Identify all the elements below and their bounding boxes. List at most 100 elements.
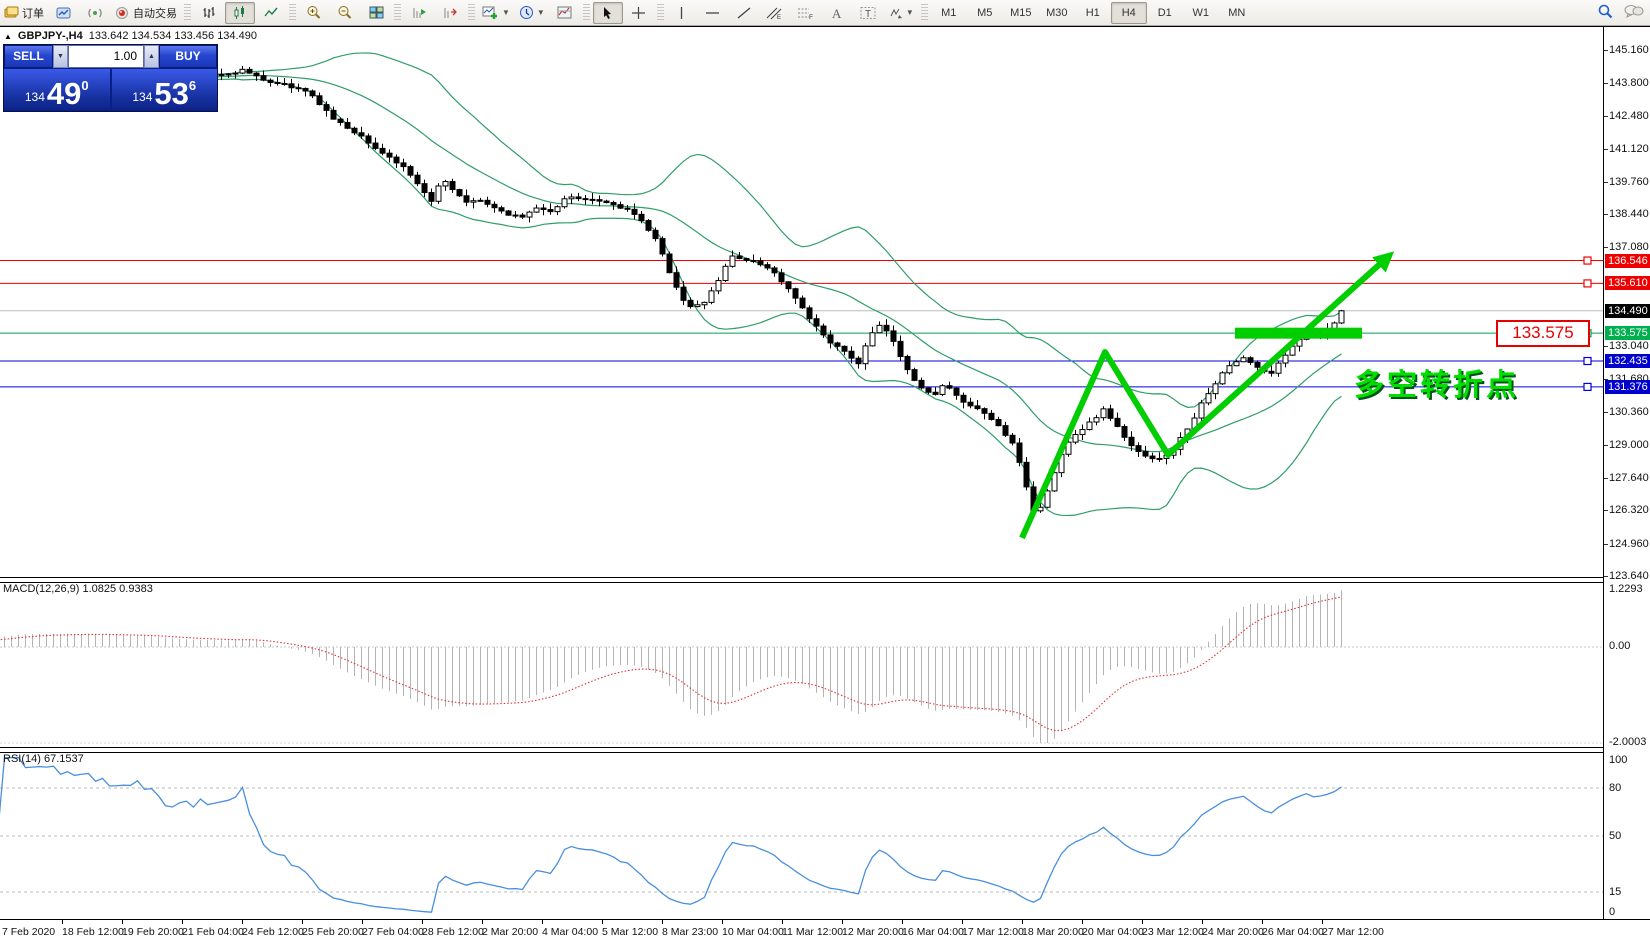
price-axis-tag[interactable]: 131.376 [1605, 380, 1650, 394]
pane-splitter[interactable] [0, 747, 1650, 753]
crosshair-tool-button[interactable] [624, 2, 654, 24]
autotrading-label: 自动交易 [133, 5, 177, 21]
rsi-pane[interactable] [0, 752, 1603, 919]
ask-main: 134 [132, 87, 152, 107]
horizontal-line-tool-button[interactable] [698, 2, 728, 24]
level-handle[interactable] [1584, 358, 1591, 365]
candle-body [492, 204, 497, 207]
candle-body [1073, 435, 1078, 443]
price-axis-tag[interactable]: 134.490 [1605, 304, 1650, 318]
candle-body [898, 341, 903, 356]
candle-body [226, 74, 231, 75]
sell-button[interactable]: SELL [4, 45, 53, 68]
level-handle[interactable] [1584, 257, 1591, 264]
zoom-in-button[interactable] [299, 2, 329, 24]
market-watch-button[interactable] [49, 2, 79, 24]
tab-timeframe-m30[interactable]: M30 [1039, 2, 1075, 24]
tab-timeframe-m15[interactable]: M15 [1003, 2, 1039, 24]
bid-price-button[interactable]: 134 49 0 [4, 69, 110, 110]
price-axis[interactable]: 145.160143.800142.480141.120139.760138.4… [1603, 27, 1650, 919]
time-axis-label: 11 Mar 12:00 [782, 926, 843, 938]
trendline-tool-button[interactable] [729, 2, 759, 24]
candlestick-chart-button[interactable] [225, 2, 255, 24]
volume-down-button[interactable]: ▼ [53, 45, 68, 68]
search-icon[interactable] [1597, 3, 1614, 23]
tab-timeframe-mn[interactable]: MN [1219, 2, 1255, 24]
candle-body [1136, 446, 1141, 452]
price-callout-box[interactable]: 133.575 [1496, 320, 1590, 347]
tab-timeframe-m5[interactable]: M5 [967, 2, 1003, 24]
price-chart-pane[interactable] [0, 27, 1603, 578]
market-watch-icon [56, 6, 72, 20]
candle-body [331, 110, 336, 119]
level-handle[interactable] [1584, 280, 1591, 287]
candle-body [702, 302, 707, 304]
candle-body [345, 122, 350, 128]
candle-body [1339, 311, 1344, 323]
toolbar-grip [394, 4, 401, 22]
tab-timeframe-h4[interactable]: H4 [1111, 2, 1147, 24]
add-indicator-button[interactable]: ▼ [478, 2, 514, 24]
text-label-tool-button[interactable]: T [853, 2, 883, 24]
zoom-out-button[interactable] [330, 2, 360, 24]
chart-shift-button[interactable] [435, 2, 465, 24]
axis-tick [1604, 510, 1608, 511]
candle-body [240, 69, 245, 73]
candle-body [247, 69, 252, 73]
trend-zigzag-arrow[interactable] [1022, 257, 1388, 538]
tile-windows-button[interactable] [361, 2, 391, 24]
candle-body [968, 402, 973, 406]
macd-pane[interactable] [0, 582, 1603, 747]
candle-body [758, 261, 763, 265]
channel-tool-button[interactable]: E [760, 2, 790, 24]
time-axis-tick [122, 920, 123, 924]
templates-button[interactable] [550, 2, 580, 24]
macd-axis-label: 0.00 [1609, 640, 1630, 652]
price-axis-tag[interactable]: 136.546 [1605, 254, 1650, 268]
candle-body [856, 358, 861, 364]
time-axis-label: 18 Mar 20:00 [1022, 926, 1084, 938]
ask-price-button[interactable]: 134 53 6 [112, 69, 218, 110]
buy-button[interactable]: BUY [159, 45, 217, 68]
fibonacci-tool-button[interactable]: F [791, 2, 821, 24]
time-axis[interactable]: 7 Feb 202018 Feb 12:0019 Feb 20:0021 Feb… [0, 919, 1650, 945]
time-axis-tick [542, 920, 543, 924]
new-order-button[interactable]: 订单 [0, 2, 48, 24]
signal-icon[interactable] [80, 2, 110, 24]
periods-button[interactable]: ▼ [515, 2, 549, 24]
time-axis-tick [242, 920, 243, 924]
cursor-tool-button[interactable] [593, 2, 623, 24]
price-axis-tag[interactable]: 132.435 [1605, 354, 1650, 368]
price-axis-label: 126.320 [1609, 504, 1649, 516]
tab-timeframe-m1[interactable]: M1 [931, 2, 967, 24]
vertical-line-tool-button[interactable] [667, 2, 697, 24]
autotrading-button[interactable]: 自动交易 [111, 2, 181, 24]
auto-scroll-button[interactable] [404, 2, 434, 24]
candle-body [884, 325, 889, 331]
turning-point-note[interactable]: 多空转折点 [1354, 360, 1519, 404]
price-axis-tag[interactable]: 133.575 [1605, 326, 1650, 340]
candle-body [926, 388, 931, 392]
candle-body [835, 343, 840, 346]
chat-icon[interactable] [1624, 4, 1644, 22]
text-tool-button[interactable]: A [822, 2, 852, 24]
arrows-tool-button[interactable]: ▼ [884, 2, 918, 24]
bar-chart-button[interactable] [194, 2, 224, 24]
candle-body [254, 73, 259, 76]
axis-tick [1604, 116, 1608, 117]
time-axis-tick [1202, 920, 1203, 924]
line-chart-button[interactable] [256, 2, 286, 24]
pane-splitter[interactable] [0, 577, 1650, 583]
tab-timeframe-w1[interactable]: W1 [1183, 2, 1219, 24]
candle-body [1143, 451, 1148, 456]
level-handle[interactable] [1584, 383, 1591, 390]
candle-body [688, 300, 693, 306]
volume-input[interactable]: 1.00 [68, 45, 144, 68]
volume-up-button[interactable]: ▲ [144, 45, 159, 68]
candle-body [1010, 435, 1015, 443]
candle-body [1255, 362, 1260, 367]
price-axis-tag[interactable]: 135.610 [1605, 276, 1650, 290]
tab-timeframe-h1[interactable]: H1 [1075, 2, 1111, 24]
rsi-axis-label: 100 [1609, 754, 1627, 766]
tab-timeframe-d1[interactable]: D1 [1147, 2, 1183, 24]
